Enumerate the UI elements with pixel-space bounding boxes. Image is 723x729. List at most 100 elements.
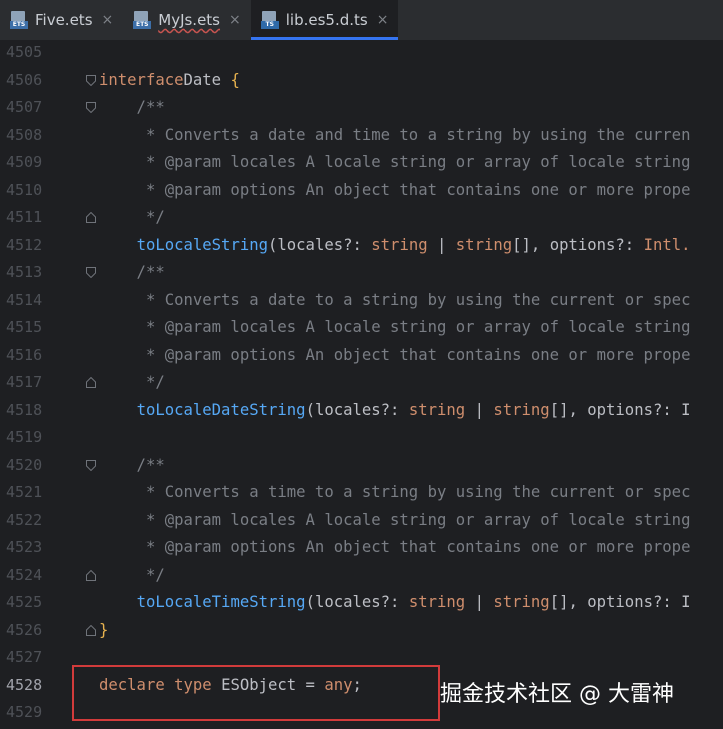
code-text: toLocaleString(locales?: string | string…: [99, 232, 691, 260]
code-line[interactable]: 4505: [0, 41, 723, 67]
line-number: 4516: [6, 345, 43, 364]
code-token: * @param options An object that contains…: [99, 345, 691, 364]
code-line[interactable]: 4521 * Converts a time to a string by us…: [0, 479, 723, 507]
code-line[interactable]: 4513 /**: [0, 259, 723, 287]
code-text: * @param locales A locale string or arra…: [99, 149, 691, 177]
tab-label: Five.ets: [35, 11, 93, 29]
fold-end-icon[interactable]: [86, 212, 96, 223]
line-number: 4512: [6, 235, 43, 254]
line-number: 4526: [6, 620, 43, 639]
code-line[interactable]: 4506 interfaceDate {: [0, 67, 723, 95]
close-icon[interactable]: ×: [377, 12, 389, 28]
code-line[interactable]: 4518 toLocaleDateString(locales?: string…: [0, 397, 723, 425]
code-line[interactable]: 4516 * @param options An object that con…: [0, 342, 723, 370]
code-text: toLocaleDateString(locales?: string | st…: [99, 397, 691, 425]
tab-lib-es5-d-ts[interactable]: TS lib.es5.d.ts ×: [250, 0, 399, 40]
code-token: * @param options An object that contains…: [99, 538, 691, 556]
code-token: * @param locales A locale string or arra…: [99, 318, 691, 336]
code-text: /**: [99, 259, 165, 287]
line-number: 4511: [6, 208, 43, 226]
fold-start-icon[interactable]: [86, 459, 96, 471]
code-token: toLocaleTimeString: [136, 593, 306, 611]
ts-file-icon: TS: [260, 11, 279, 29]
code-text: */: [99, 204, 165, 232]
code-token: interface: [99, 70, 184, 89]
line-number: 4519: [6, 428, 43, 446]
close-icon[interactable]: ×: [102, 12, 114, 28]
code-line[interactable]: 4507 /**: [0, 94, 723, 122]
fold-end-icon[interactable]: [86, 569, 96, 581]
code-line[interactable]: 4523 * @param options An object that con…: [0, 534, 723, 562]
line-number: 4527: [6, 648, 43, 666]
code-line[interactable]: 4512 toLocaleString(locales?: string | s…: [0, 232, 723, 260]
code-line[interactable]: 4519: [0, 424, 723, 452]
code-token: string: [408, 400, 466, 419]
code-line[interactable]: 4522 * @param locales A locale string or…: [0, 507, 723, 535]
line-number: 4525: [6, 593, 43, 611]
code-text: */: [99, 369, 165, 397]
code-line[interactable]: 4514 * Converts a date to a string by us…: [0, 287, 723, 315]
code-line[interactable]: 4515 * @param locales A locale string or…: [0, 314, 723, 342]
code-text: toLocaleTimeString(locales?: string | st…: [99, 589, 691, 617]
code-text: interfaceDate {: [99, 67, 240, 95]
code-line[interactable]: 4526}: [0, 617, 723, 645]
code-line[interactable]: 4525 toLocaleTimeString(locales?: string…: [0, 589, 723, 617]
line-number: 4514: [6, 290, 43, 309]
code-token: toLocaleDateString: [136, 400, 306, 419]
line-number: 4528: [6, 675, 43, 694]
code-text: */: [99, 562, 165, 590]
tab-label: MyJs.ets: [158, 11, 221, 29]
code-token: * @param options An object that contains…: [99, 180, 691, 199]
code-token: */: [99, 208, 165, 226]
line-number: 4520: [6, 455, 43, 474]
code-token: * @param locales A locale string or arra…: [99, 510, 691, 529]
fold-end-icon[interactable]: [86, 377, 96, 388]
line-number: 4529: [6, 703, 43, 721]
tab-five-ets[interactable]: ETS Five.ets ×: [0, 0, 123, 40]
fold-end-icon[interactable]: [86, 624, 96, 636]
code-text: * Converts a time to a string by using t…: [99, 479, 691, 507]
code-line[interactable]: 4509 * @param locales A locale string or…: [0, 149, 723, 177]
code-token: /**: [99, 263, 165, 281]
code-token: [], options?: I: [549, 593, 691, 611]
code-token: toLocaleString: [136, 235, 268, 254]
line-number: 4517: [6, 373, 43, 391]
watermark: 掘金技术社区 @ 大雷神: [440, 682, 674, 707]
line-number: 4518: [6, 400, 43, 419]
code-line[interactable]: 4520 /**: [0, 452, 723, 480]
code-text: * @param locales A locale string or arra…: [99, 314, 691, 342]
tab-label: lib.es5.d.ts: [285, 11, 368, 29]
code-token: }: [99, 620, 109, 639]
close-icon[interactable]: ×: [229, 12, 241, 28]
code-line[interactable]: 4524 */: [0, 562, 723, 590]
code-editor[interactable]: 4505 4506 interfaceDate {4507 /** 4508 * Co…: [0, 41, 723, 729]
fold-start-icon[interactable]: [86, 74, 96, 86]
code-text: * Converts a date to a string by using t…: [99, 287, 691, 315]
code-token: string: [408, 593, 466, 611]
code-token: string: [371, 235, 428, 254]
code-token: string: [493, 400, 550, 419]
fold-start-icon[interactable]: [86, 102, 96, 113]
ets-file-icon: ETS: [10, 11, 28, 29]
line-number: 4508: [6, 125, 43, 144]
code-token: */: [99, 373, 165, 391]
line-number: 4523: [6, 538, 43, 556]
fold-start-icon[interactable]: [86, 267, 96, 278]
tab-myjs-ets[interactable]: ETS MyJs.ets ×: [123, 0, 251, 40]
code-text: * @param options An object that contains…: [99, 177, 691, 205]
code-line[interactable]: 4511 */: [0, 204, 723, 232]
code-line[interactable]: 4508 * Converts a date and time to a str…: [0, 122, 723, 150]
line-number: 4509: [6, 153, 43, 171]
line-number: 4507: [6, 98, 43, 116]
code-line[interactable]: 4517 */: [0, 369, 723, 397]
code-text: /**: [99, 452, 165, 480]
line-number: 4505: [6, 43, 43, 61]
code-line[interactable]: 4510 * @param options An object that con…: [0, 177, 723, 205]
editor-tab-bar: ETS Five.ets × ETS MyJs.ets × TS lib.es5…: [0, 0, 723, 41]
code-token: /**: [99, 455, 165, 474]
line-number: 4521: [6, 483, 43, 501]
code-token: Intl.: [643, 235, 691, 254]
